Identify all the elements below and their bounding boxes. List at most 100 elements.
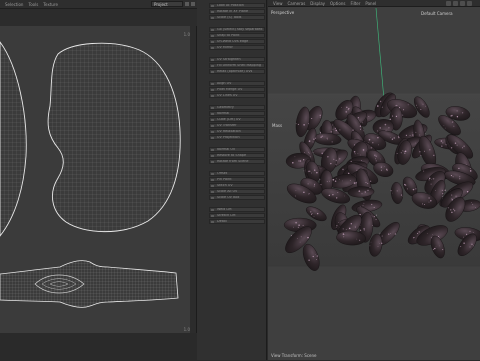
bean-speckle — [377, 245, 379, 247]
bean-speckle — [404, 152, 406, 154]
uv-menu-tools[interactable]: Tools — [28, 2, 38, 7]
viewport-menu-panel[interactable]: Panel — [365, 1, 376, 6]
rotate-view-icon[interactable] — [460, 1, 465, 6]
tool-item[interactable]: UV Mirror — [209, 45, 265, 50]
tool-icon — [211, 34, 214, 37]
bean-speckle — [361, 193, 363, 195]
bean-speckle — [380, 169, 382, 171]
tool-item[interactable]: Relax (optimize) UVs — [209, 69, 265, 74]
bean-speckle — [343, 233, 345, 236]
viewport-menu-view[interactable]: View — [273, 1, 283, 6]
tool-item[interactable]: Scale (S) Tools — [209, 15, 265, 20]
bean-speckle — [379, 100, 382, 103]
tool-item[interactable]: Scale All UV — [209, 189, 265, 194]
tool-icon — [211, 82, 214, 85]
tool-icon — [211, 214, 214, 217]
bean-speckle — [302, 224, 304, 226]
tool-item[interactable]: Look At Position — [209, 3, 265, 8]
viewport-camera-name[interactable]: Default Camera — [421, 11, 453, 16]
bean-speckle — [335, 178, 337, 180]
viewport-menu-cameras[interactable]: Cameras — [288, 1, 306, 6]
tool-item[interactable]: UV Transfer — [209, 123, 265, 128]
tool-item[interactable]: Normal — [209, 111, 265, 116]
tool-item[interactable]: Weld Lift — [209, 207, 265, 212]
bean-speckle — [432, 177, 435, 180]
move-view-icon[interactable] — [446, 1, 451, 6]
bean-speckle — [367, 182, 369, 185]
bean-speckle — [430, 199, 432, 202]
tool-item[interactable]: Offset — [209, 171, 265, 176]
bean-speckle — [428, 179, 430, 181]
bean-speckle — [359, 213, 361, 216]
bean-speckle — [308, 259, 310, 262]
bean-speckle — [413, 148, 414, 149]
bean-speckle — [415, 104, 417, 106]
bean-speckle — [381, 106, 384, 108]
tool-item[interactable]: Pin Paint — [209, 177, 265, 182]
tool-item[interactable]: Rotate from Scene — [209, 159, 265, 164]
bean-speckle — [317, 213, 319, 215]
tool-item[interactable]: Go (Select) stay separated — [209, 27, 265, 32]
bean-speckle — [451, 121, 454, 123]
bean-speckle — [472, 232, 474, 233]
tool-item[interactable]: UV Projection — [209, 135, 265, 140]
bean-speckle — [385, 168, 388, 171]
bean-speckle — [469, 170, 472, 172]
bean-speckle — [435, 190, 436, 192]
tool-label: Offset — [217, 171, 228, 175]
tool-item[interactable]: Scale UV Box — [209, 195, 265, 200]
tool-item[interactable]: Geometry — [209, 105, 265, 110]
bean-speckle — [307, 236, 309, 239]
tool-item[interactable]: UV Lines UV — [209, 93, 265, 98]
bean-speckle — [342, 228, 344, 230]
uv-menu-texture[interactable]: Texture — [43, 2, 58, 7]
tool-label: UV Straighten — [217, 57, 241, 61]
tool-item[interactable]: Restore to Shape — [209, 153, 265, 158]
tool-item[interactable]: Fill Uniform Shell Mapping — [209, 63, 265, 68]
tool-item[interactable]: UV Relaxation — [209, 129, 265, 134]
tool-icon — [211, 190, 214, 193]
tool-item[interactable]: Pixel Merge UV — [209, 87, 265, 92]
viewport-menubar: View Cameras Display Options Filter Pane… — [268, 0, 480, 7]
maximize-view-icon[interactable] — [467, 1, 472, 6]
bean-speckle — [469, 246, 471, 248]
scene-svg — [268, 7, 480, 360]
tool-item[interactable]: Detail — [209, 219, 265, 224]
viewport-3d-scene[interactable]: Perspective Default Camera Mass View Tra… — [268, 7, 480, 360]
tool-item[interactable]: Normal UV — [209, 147, 265, 152]
bean-speckle — [440, 140, 443, 142]
bean-speckle — [320, 132, 321, 134]
tool-label: Scale UV Box — [217, 195, 240, 199]
tool-item[interactable]: Cube (Lift) UV — [209, 117, 265, 122]
tool-item[interactable]: Stretch Lift — [209, 213, 265, 218]
tool-item[interactable]: Stitch UV — [209, 183, 265, 188]
tool-item[interactable]: Align UV — [209, 81, 265, 86]
bean-speckle — [406, 188, 408, 190]
bean-speckle — [450, 115, 452, 117]
tool-item[interactable]: UV Straighten — [209, 57, 265, 62]
viewport-menu-filter[interactable]: Filter — [350, 1, 360, 6]
bean-speckle — [365, 182, 367, 183]
zoom-view-icon[interactable] — [453, 1, 458, 6]
bean-speckle — [388, 233, 390, 235]
bean-speckle — [409, 134, 411, 136]
uv-canvas[interactable]: 1.0 1.0 — [0, 26, 190, 333]
tool-icon — [211, 172, 214, 175]
bean-speckle — [384, 123, 387, 126]
tool-item[interactable]: Snap to Point — [209, 33, 265, 38]
tool-item[interactable]: Rotate in XY Plane — [209, 9, 265, 14]
viewport-menu-options[interactable]: Options — [330, 1, 345, 6]
uv-options-icon[interactable] — [191, 2, 195, 6]
tool-icon — [211, 112, 214, 115]
bean-speckle — [404, 184, 407, 186]
bean-speckle — [358, 190, 361, 192]
bean-speckle — [373, 216, 375, 218]
viewport-menu-display[interactable]: Display — [310, 1, 325, 6]
tool-item[interactable]: Un-Weld UVs edge — [209, 39, 265, 44]
uv-toggle-icon[interactable] — [185, 2, 189, 6]
projection-select[interactable]: Project — [151, 1, 183, 7]
uv-menu-selection[interactable]: Selection — [5, 2, 23, 7]
bean-speckle — [391, 138, 394, 140]
bean-speckle — [372, 225, 374, 226]
bean-speckle — [390, 233, 392, 234]
